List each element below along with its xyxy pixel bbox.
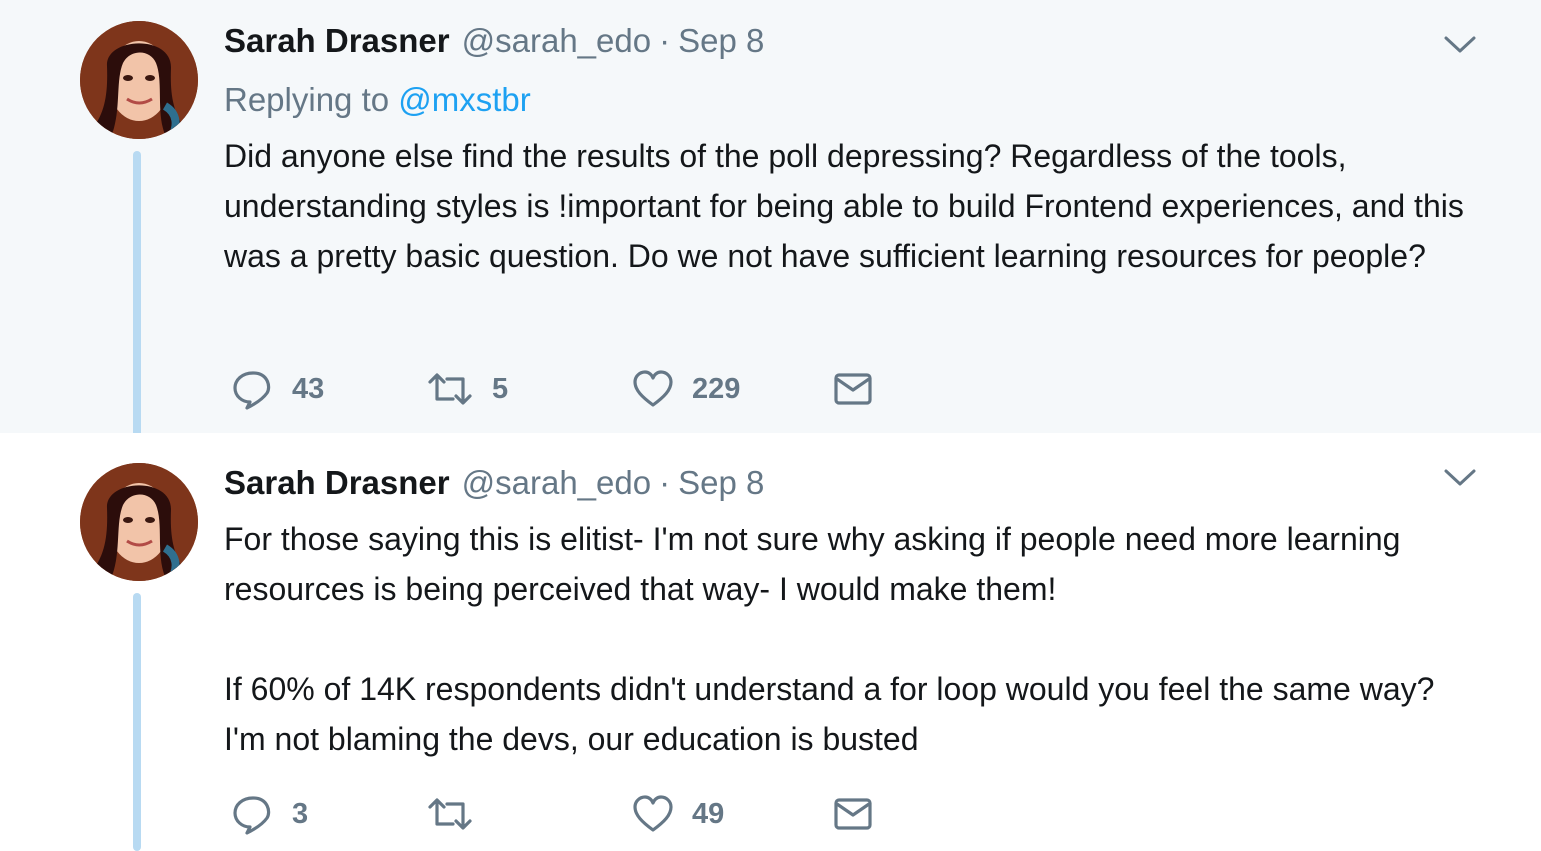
tweet-1[interactable]: Sarah Drasner @sarah_edo · Sep 8 Replyin… — [0, 0, 1541, 454]
reply-button[interactable]: 3 — [232, 791, 308, 837]
reply-button[interactable]: 43 — [232, 366, 324, 412]
tweet-time[interactable]: Sep 8 — [678, 17, 764, 65]
chevron-down-icon[interactable] — [1443, 467, 1477, 489]
author-name[interactable]: Sarah Drasner — [224, 459, 450, 507]
direct-message-button[interactable] — [832, 366, 874, 412]
reply-count: 43 — [292, 372, 325, 405]
retweet-icon — [428, 798, 472, 830]
reply-icon — [233, 371, 271, 410]
tweet-text: For those saying this is elitist- I'm no… — [224, 521, 1435, 757]
like-heart-icon — [633, 370, 673, 407]
avatar-image — [80, 463, 198, 581]
retweet-count: 5 — [492, 372, 509, 405]
direct-message-icon — [834, 373, 872, 405]
tweet-2[interactable]: Sarah Drasner @sarah_edo · Sep 8 For tho… — [0, 433, 1541, 851]
reply-icon — [233, 796, 271, 835]
separator-dot: · — [659, 464, 671, 501]
thread-connector — [133, 593, 141, 851]
separator-dot: · — [659, 22, 671, 59]
tweet-text: Did anyone else find the results of the … — [224, 138, 1464, 274]
avatar[interactable] — [80, 21, 198, 139]
replying-prefix: Replying to — [224, 81, 399, 118]
like-button[interactable]: 49 — [632, 791, 724, 837]
replying-to: Replying to @mxstbr — [224, 76, 1477, 124]
replying-to-link[interactable]: @mxstbr — [398, 81, 531, 118]
like-button[interactable]: 229 — [632, 366, 740, 412]
tweet-content: Sarah Drasner @sarah_edo · Sep 8 For tho… — [224, 459, 1477, 764]
tweet-header: Sarah Drasner @sarah_edo · Sep 8 — [224, 459, 1477, 507]
like-heart-icon — [633, 795, 673, 832]
like-count: 49 — [692, 797, 725, 830]
tweet-content: Sarah Drasner @sarah_edo · Sep 8 Replyin… — [224, 17, 1477, 281]
author-handle[interactable]: @sarah_edo — [462, 17, 651, 65]
author-name[interactable]: Sarah Drasner — [224, 17, 450, 65]
thread-connector — [133, 151, 141, 454]
avatar-image — [80, 21, 198, 139]
like-count: 229 — [692, 372, 741, 405]
tweet-header: Sarah Drasner @sarah_edo · Sep 8 — [224, 17, 1477, 65]
chevron-down-icon[interactable] — [1443, 34, 1477, 56]
retweet-button[interactable]: 5 — [426, 366, 508, 412]
direct-message-icon — [834, 798, 872, 830]
retweet-button[interactable] — [426, 791, 492, 837]
avatar[interactable] — [80, 463, 198, 581]
author-handle[interactable]: @sarah_edo — [462, 459, 651, 507]
retweet-icon — [428, 373, 472, 405]
reply-count: 3 — [292, 797, 309, 830]
direct-message-button[interactable] — [832, 791, 874, 837]
tweet-time[interactable]: Sep 8 — [678, 459, 764, 507]
